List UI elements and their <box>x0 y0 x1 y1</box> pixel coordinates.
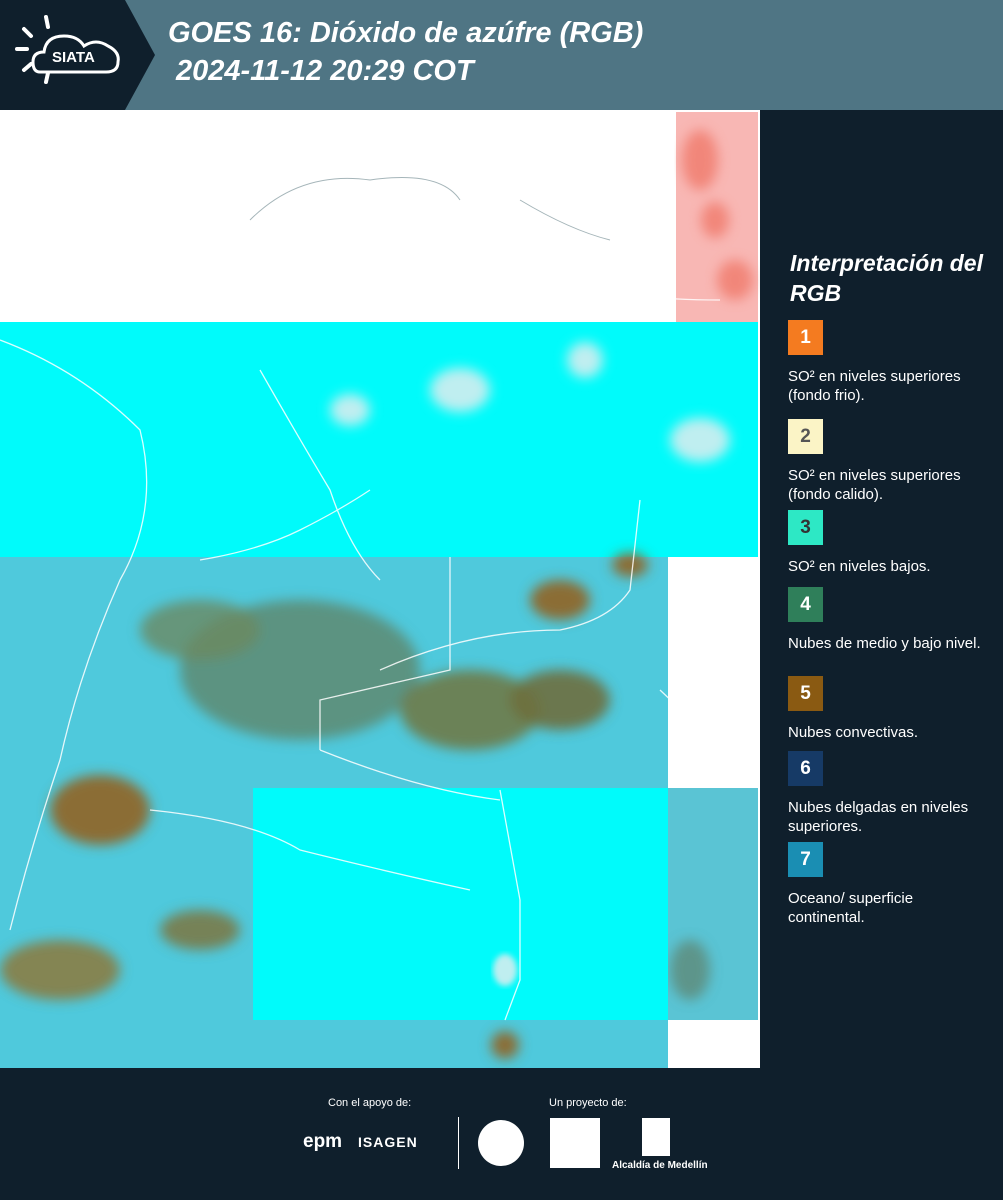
support-label: Con el apoyo de: <box>328 1097 412 1109</box>
epm-logo: epm <box>303 1131 343 1152</box>
medellin-crest-icon <box>478 1120 524 1166</box>
legend-swatch-6: 6 <box>788 751 823 786</box>
legend-swatch-1: 1 <box>788 320 823 355</box>
legend-item-2: 2 SO² en niveles superiores (fondo calid… <box>788 419 988 518</box>
legend-number-6: 6 <box>800 757 811 779</box>
legend-label-5: Nubes convectivas. <box>788 724 919 741</box>
area-metropolitana-logo <box>550 1118 600 1168</box>
legend-item-3: 3 SO² en niveles bajos. <box>788 510 988 576</box>
legend-item-7: 7 Oceano/ superficie continental. <box>788 842 988 927</box>
legend-panel: Interpretación del RGB 1 SO² en niveles … <box>760 110 1003 1068</box>
legend-swatch-3: 3 <box>788 510 823 545</box>
legend-item-6: 6 Nubes delgadas en niveles superiores. <box>788 751 988 836</box>
legend-swatch-7: 7 <box>788 842 823 877</box>
siata-logo: SIATA <box>0 0 155 110</box>
legend-number-1: 1 <box>800 326 811 348</box>
legend-number-2: 2 <box>800 425 811 447</box>
legend-number-4: 4 <box>800 593 811 615</box>
logo-text: SIATA <box>52 49 95 66</box>
legend-number-7: 7 <box>800 848 811 870</box>
legend-label-7: Oceano/ superficie continental. <box>788 890 914 926</box>
legend-item-5: 5 Nubes convectivas. <box>788 676 988 742</box>
cyan-band-top <box>0 322 758 557</box>
title-line-2: 2024-11-12 20:29 COT <box>176 55 474 87</box>
alcaldia-label: Alcaldía de Medellín <box>612 1160 708 1171</box>
alcaldia-shield-icon <box>642 1118 670 1156</box>
isagen-logo: ISAGEN <box>358 1134 418 1150</box>
legend-item-1: 1 SO² en niveles superiores (fondo frio)… <box>788 320 988 405</box>
legend-label-6: Nubes delgadas en niveles superiores. <box>788 799 969 835</box>
legend-swatch-5: 5 <box>788 676 823 711</box>
legend-title: Interpretación del RGB <box>790 250 983 306</box>
legend-item-4: 4 Nubes de medio y bajo nivel. <box>788 587 988 653</box>
page-title: GOES 16: Dióxido de azúfre (RGB) 2024-11… <box>168 14 643 90</box>
header-bar: SIATA GOES 16: Dióxido de azúfre (RGB) 2… <box>0 0 1003 110</box>
legend-number-5: 5 <box>800 682 811 704</box>
satellite-map <box>0 110 760 1070</box>
footer-divider <box>458 1117 459 1169</box>
legend-swatch-4: 4 <box>788 587 823 622</box>
title-line-1: GOES 16: Dióxido de azúfre (RGB) <box>168 17 644 49</box>
project-label: Un proyecto de: <box>549 1097 627 1109</box>
legend-label-4: Nubes de medio y bajo nivel. <box>788 635 981 652</box>
legend-number-3: 3 <box>800 516 811 538</box>
legend-label-3: SO² en niveles bajos. <box>788 558 931 575</box>
legend-swatch-2: 2 <box>788 419 823 454</box>
legend-label-1: SO² en niveles superiores (fondo frio). <box>788 368 961 404</box>
cyan-band-bottom <box>253 788 668 1020</box>
